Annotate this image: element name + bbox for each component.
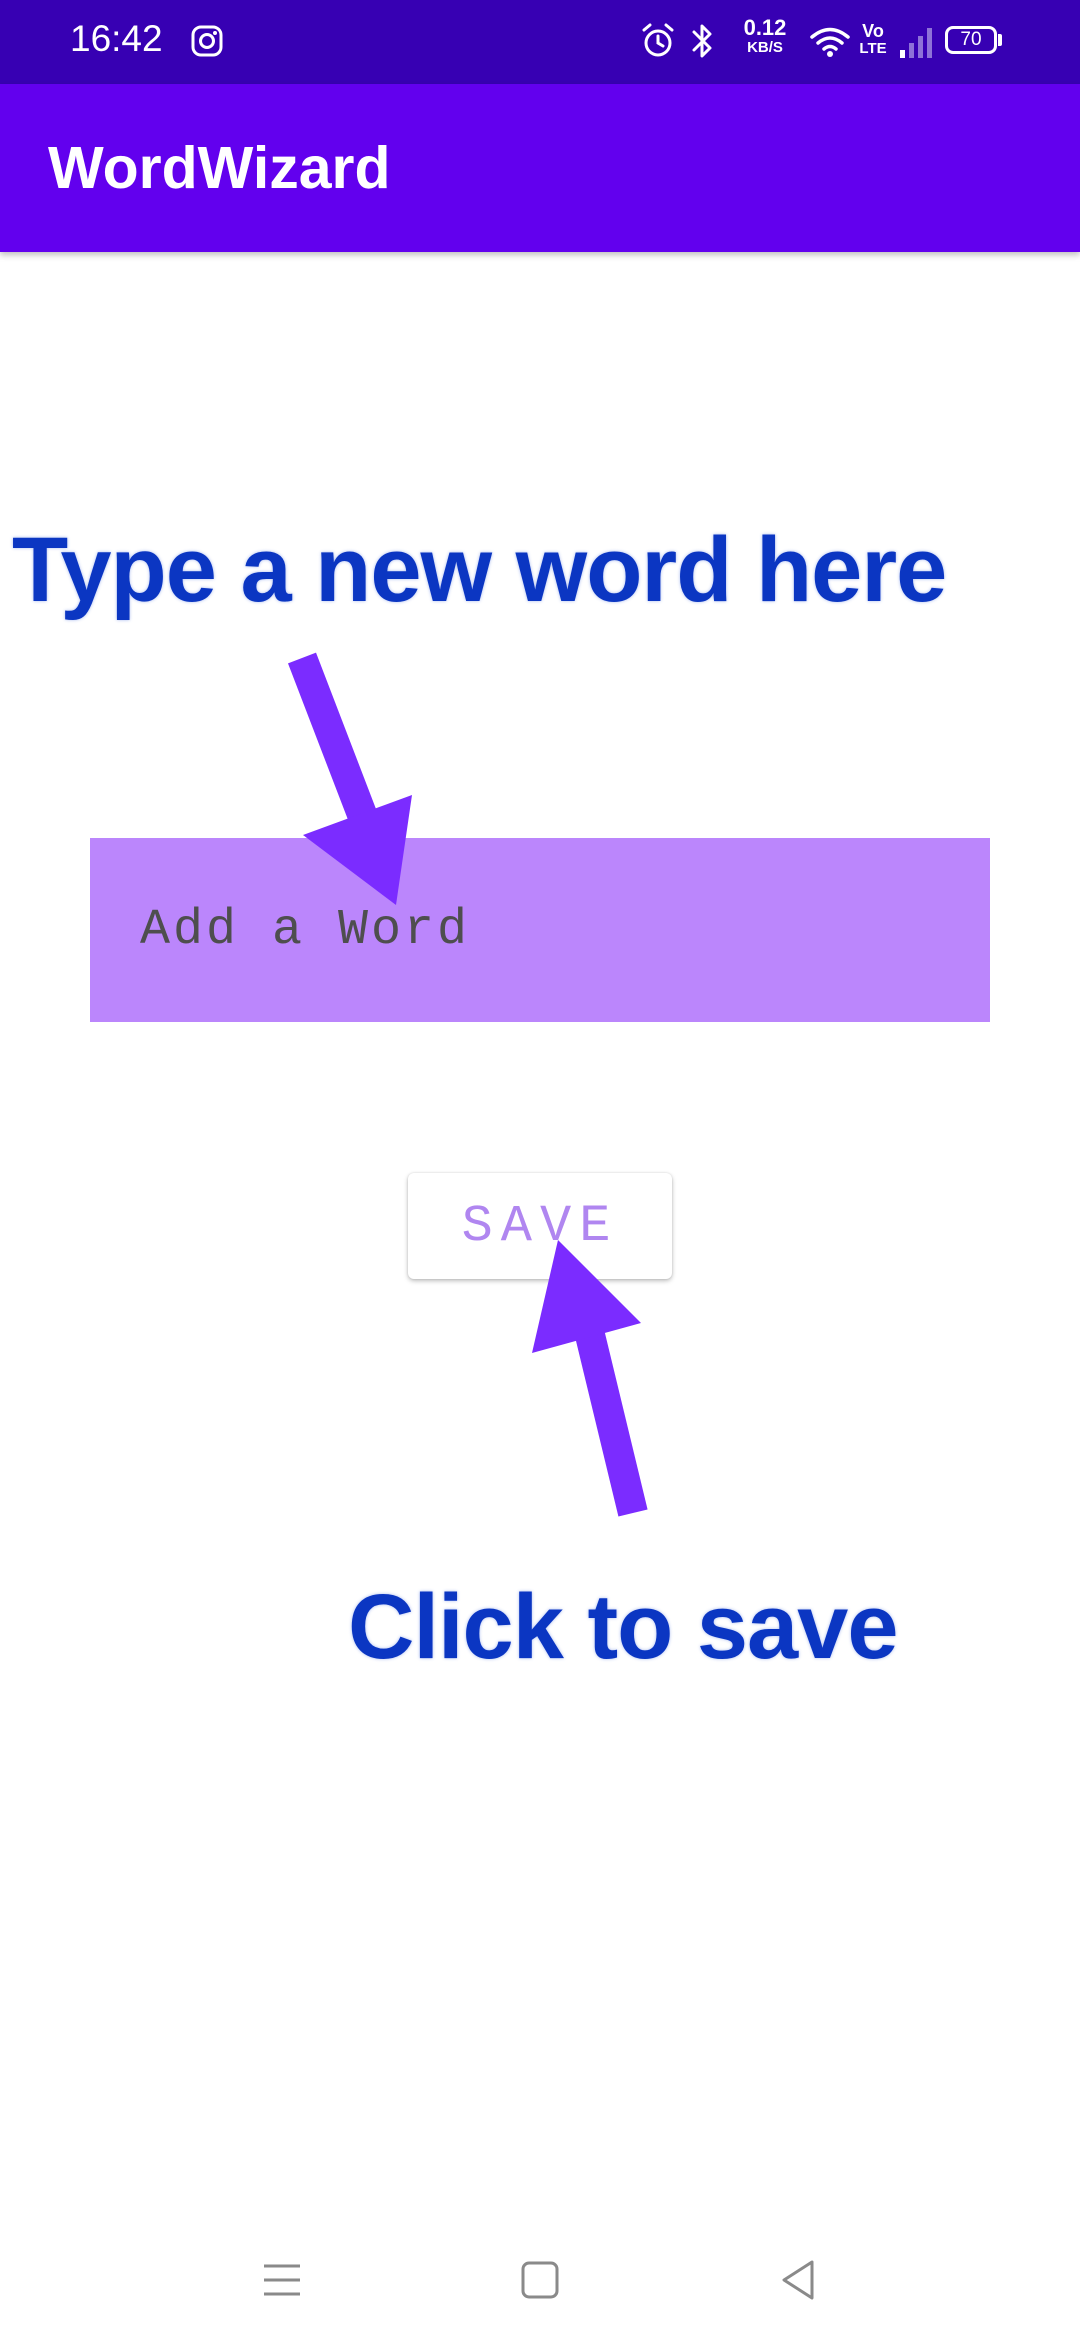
- wifi-icon: [810, 26, 850, 63]
- volte-indicator: Vo LTE: [859, 21, 887, 57]
- status-icons: 0.12 KB/S Vo LTE 70: [640, 0, 1080, 84]
- arrow-to-save: [532, 1240, 648, 1517]
- signal-icon: [898, 24, 934, 65]
- bluetooth-icon: [688, 22, 716, 65]
- annotation-arrows: [287, 652, 648, 1517]
- system-nav-bar: [0, 2200, 1080, 2340]
- word-input[interactable]: [90, 838, 990, 1022]
- alarm-icon: [640, 22, 676, 65]
- net-speed: 0.12 KB/S: [743, 15, 787, 57]
- battery-icon: 70: [945, 26, 997, 54]
- app-screen: 16:42 0.12 KB/S Vo LTE 70 WordWizard Typ…: [0, 0, 1080, 2340]
- status-time: 16:42: [70, 18, 163, 59]
- back-triangle-icon[interactable]: [768, 2250, 828, 2310]
- menu-icon[interactable]: [252, 2250, 312, 2310]
- annotation-type-word: Type a new word here: [12, 519, 947, 621]
- status-bar: 16:42 0.12 KB/S Vo LTE 70: [0, 0, 1080, 84]
- battery-tip: [998, 34, 1002, 46]
- save-button[interactable]: SAVE: [408, 1173, 672, 1279]
- app-title: WordWizard: [48, 135, 391, 201]
- instagram-icon: [190, 24, 224, 58]
- home-square-icon[interactable]: [510, 2250, 570, 2310]
- app-bar: WordWizard: [0, 84, 1080, 252]
- annotation-click-save: Click to save: [348, 1576, 899, 1678]
